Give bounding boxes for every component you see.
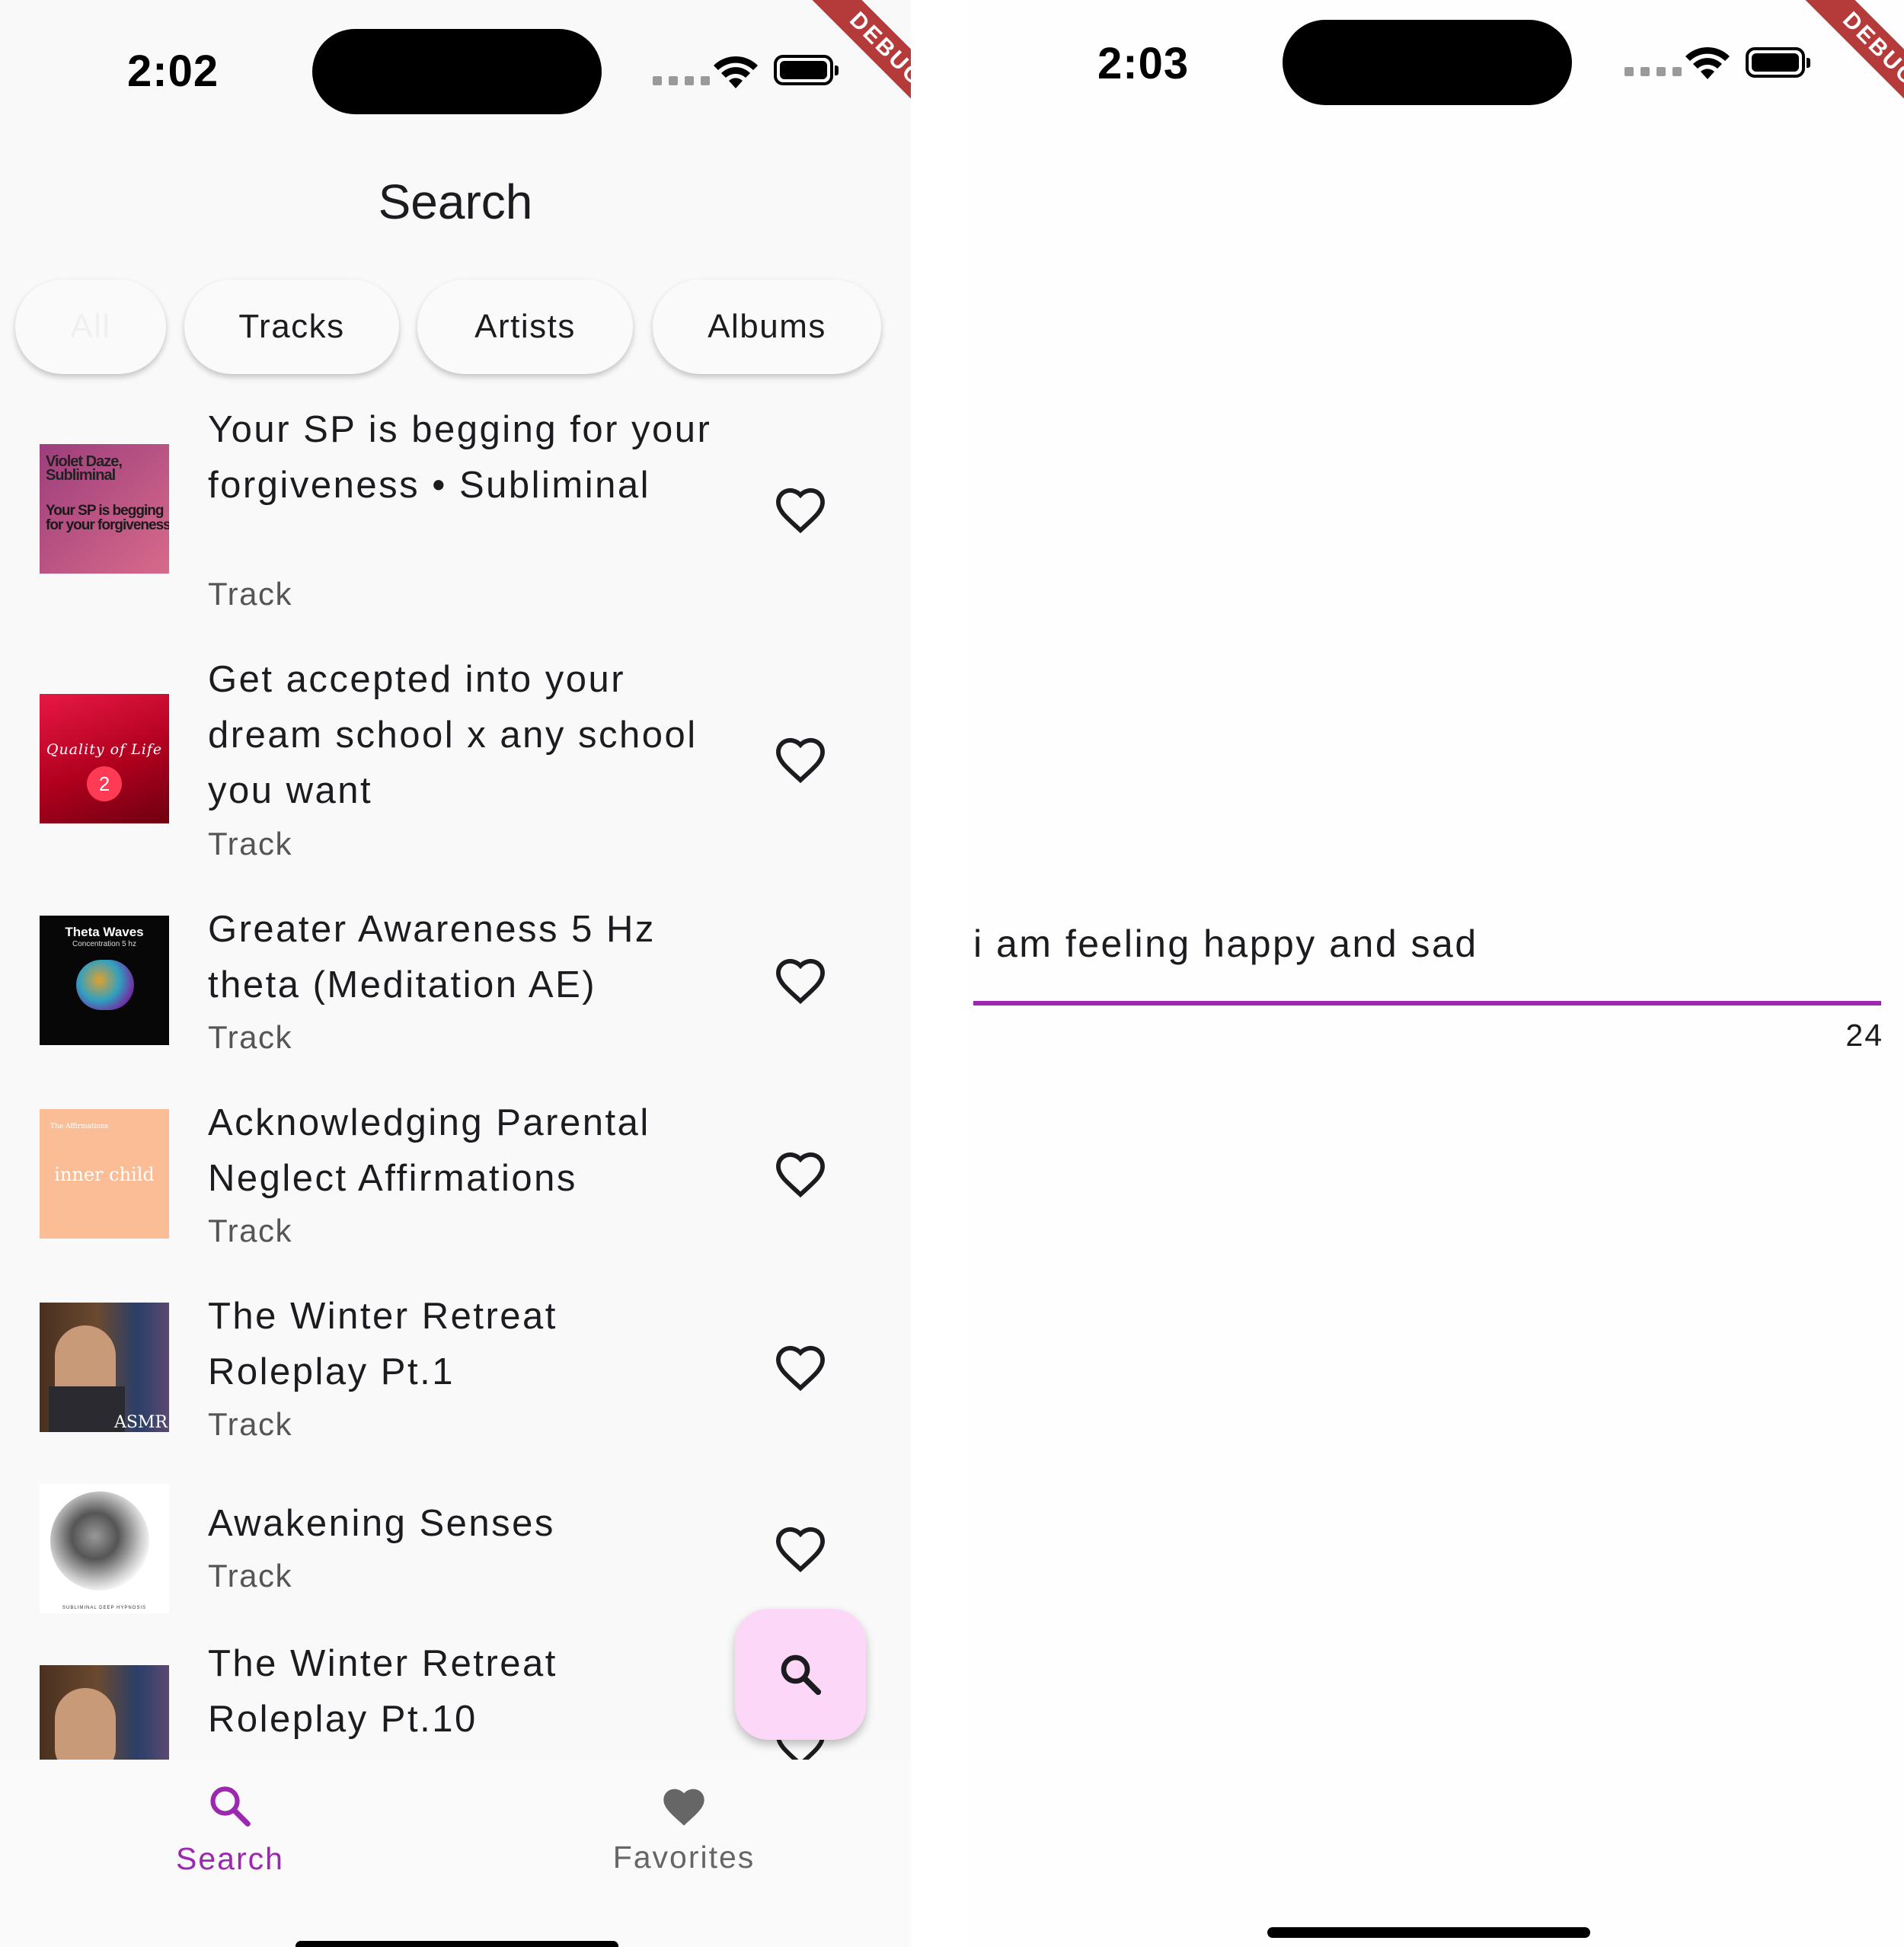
track-type: Track [208,1406,292,1442]
filter-chip-tracks[interactable]: Tracks [184,280,399,374]
heart-outline-icon[interactable] [774,486,827,535]
album-art-text: 2 [87,766,122,801]
brain-illustration [76,960,134,1010]
album-art: ASMR [40,1303,169,1432]
track-type: Track [208,1019,292,1055]
filter-chip-artists[interactable]: Artists [417,280,633,374]
album-art-text: inner child [54,1164,155,1185]
album-art: The Affirmations inner child [40,1109,169,1239]
nav-item-favorites[interactable]: Favorites [570,1782,798,1875]
track-title: Get accepted into your dream school x an… [208,659,698,811]
list-item[interactable]: Quality of Life 2 Get accepted into your… [0,646,911,890]
filter-chip-label: Tracks [238,308,345,345]
album-art [40,1665,169,1760]
track-type: Track [208,826,292,862]
dynamic-island [1283,20,1572,105]
search-fab-button[interactable] [735,1609,866,1740]
filter-chip-albums[interactable]: Albums [653,280,881,374]
track-type: Track [208,1558,292,1594]
filter-chip-label: All [70,308,111,345]
album-art-text: Your SP is begging for your forgiveness [46,503,169,533]
list-item[interactable]: ASMR The Winter Retreat Roleplay Pt.1 Tr… [0,1283,911,1473]
heart-filled-icon [663,1789,704,1826]
debug-banner: DEBUG [1775,0,1904,129]
page-title: Search [378,174,533,229]
filter-chip-all[interactable]: All [15,280,166,374]
debug-banner: DEBUG [781,0,911,129]
track-title: Greater Awareness 5 Hz theta (Meditation… [208,909,656,1005]
search-screen: 2:02 DEBUG Search All Tracks Artists Alb… [0,0,911,1947]
track-title: The Winter Retreat Roleplay Pt.10 [208,1643,557,1740]
smoke-face-illustration [50,1491,149,1591]
album-art-heading: Quality of Life [46,741,163,758]
heart-outline-icon[interactable] [774,1150,827,1199]
track-title: Awakening Senses [208,1503,555,1544]
album-art-text: SUBLIMINAL DEEP HYPNOSIS [62,1606,147,1610]
debug-label: DEBUG [803,0,911,129]
search-icon [210,1786,251,1827]
list-item[interactable]: Theta Waves Concentration 5 hz Greater A… [0,896,911,1086]
character-counter: 24 [1845,1018,1883,1053]
nav-item-search[interactable]: Search [116,1782,344,1877]
track-type: Track [208,576,292,612]
album-art: Violet Daze, Subliminal Your SP is beggi… [40,444,169,574]
text-field-underline [973,1001,1881,1005]
album-art-text: Concentration 5 hz [72,940,136,948]
list-item[interactable]: SUBLIMINAL DEEP HYPNOSIS Awakening Sense… [0,1478,911,1622]
wifi-icon [714,56,758,88]
album-art: Quality of Life 2 [40,694,169,823]
cellular-signal-icon [653,76,710,85]
nav-label-favorites: Favorites [612,1840,756,1875]
status-time: 2:02 [127,46,219,96]
heart-outline-icon[interactable] [774,736,827,785]
cellular-signal-icon [1624,67,1682,76]
list-item[interactable]: The Affirmations inner child Acknowledgi… [0,1089,911,1280]
mood-text-field[interactable]: i am feeling happy and sad [973,922,1881,1005]
dynamic-island [312,29,602,114]
nav-label-search: Search [176,1841,284,1876]
album-art: SUBLIMINAL DEEP HYPNOSIS [40,1484,169,1613]
track-title: Acknowledging Parental Neglect Affirmati… [208,1102,650,1199]
heart-outline-icon[interactable] [774,1344,827,1392]
album-art-heading: Violet Daze, Subliminal [46,453,123,484]
track-type: Track [208,1213,292,1248]
home-indicator [1267,1927,1590,1938]
album-art-heading: Theta Waves [65,925,144,939]
filter-chip-label: Artists [474,308,576,345]
mood-text-value[interactable]: i am feeling happy and sad [973,922,1881,966]
person-illustration [55,1688,116,1760]
album-art: Theta Waves Concentration 5 hz [40,916,169,1045]
list-item[interactable]: Violet Daze, Subliminal Your SP is beggi… [0,396,911,640]
track-title: The Winter Retreat Roleplay Pt.1 [208,1296,557,1392]
debug-label: DEBUG [1797,0,1904,129]
results-list[interactable]: Violet Daze, Subliminal Your SP is beggi… [0,396,911,1760]
heart-outline-icon[interactable] [774,1525,827,1574]
wifi-icon [1685,46,1730,79]
home-indicator [296,1941,618,1947]
status-time: 2:03 [1097,39,1190,88]
search-icon [781,1654,822,1696]
filter-chip-label: Albums [708,308,826,345]
screen-divider [911,0,968,1947]
track-title: Your SP is begging for your forgiveness … [208,409,712,506]
album-art-text: ASMR [113,1413,168,1432]
album-art-heading: The Affirmations [50,1123,109,1130]
bottom-navigation-bar: Search Favorites [0,1760,911,1947]
heart-outline-icon[interactable] [774,957,827,1005]
